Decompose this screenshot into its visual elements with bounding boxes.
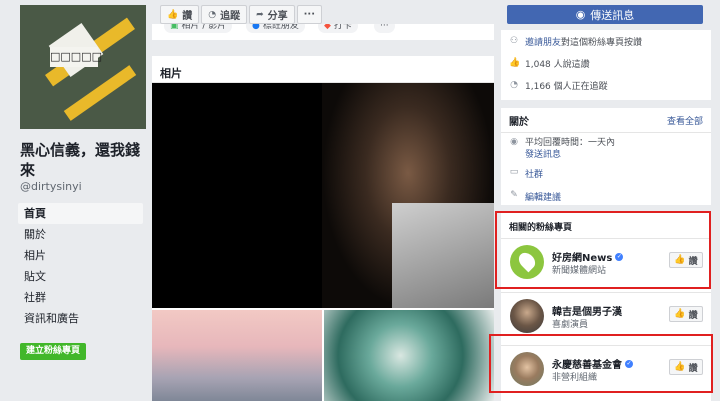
location-pin-icon xyxy=(515,249,539,273)
send-message-label: 傳送訊息 xyxy=(590,8,635,22)
messenger-icon: ◉ xyxy=(575,8,586,21)
invite-text: 對這個粉絲專頁按讚 xyxy=(561,37,643,48)
invite-friends-link[interactable]: 邀請朋友 xyxy=(525,38,561,48)
check-in-label: 打卡 xyxy=(333,24,352,31)
page-nav: 首頁 關於 相片 貼文 社群 資訊和廣告 xyxy=(18,203,143,329)
invite-people-icon: ⚇ xyxy=(509,36,519,46)
pencil-icon: ✎ xyxy=(510,190,518,200)
location-pin-icon: ◆ xyxy=(324,24,331,31)
tag-friends-label: 標註朋友 xyxy=(262,24,299,31)
cover-sign: □□□□□ xyxy=(50,47,102,67)
suggest-edit-link[interactable]: 編輯建議 xyxy=(525,190,561,203)
send-message-link[interactable]: 發送訊息 xyxy=(525,149,615,161)
nav-item-community[interactable]: 社群 xyxy=(18,287,143,308)
rss-icon: ◔ xyxy=(510,80,518,90)
follows-count: 1,166 個人正在追蹤 xyxy=(525,81,608,92)
photos-title[interactable]: 相片 xyxy=(152,56,494,83)
nav-item-about[interactable]: 關於 xyxy=(18,224,143,245)
thumbs-up-icon: 👍 xyxy=(674,362,686,372)
create-page-button[interactable]: 建立粉絲專頁 xyxy=(20,343,86,360)
likes-row: 👍 1,048 人說這讚 xyxy=(501,52,711,74)
related-page-name[interactable]: 韓吉是個男子漢 xyxy=(552,303,622,318)
category-row: ▭ 社群 xyxy=(501,167,711,180)
thumbs-up-icon: 👍 xyxy=(167,9,179,20)
verified-badge-icon: ✓ xyxy=(625,359,633,368)
response-time-row: ◉ 平均回覆時間：一天內 發送訊息 xyxy=(501,137,711,161)
folder-icon: ▭ xyxy=(509,167,519,177)
like-label: 讚 xyxy=(688,256,698,267)
share-label: 分享 xyxy=(267,11,288,22)
avatar[interactable] xyxy=(510,299,544,333)
like-page-button[interactable]: 👍 讚 xyxy=(160,5,200,24)
nav-item-posts[interactable]: 貼文 xyxy=(18,266,143,287)
list-item[interactable]: 永慶慈善基金會 ✓ 非營利組織 👍 讚 xyxy=(501,345,711,389)
thumbs-up-icon: 👍 xyxy=(674,255,686,265)
share-button[interactable]: ➦ 分享 xyxy=(249,5,295,24)
photo-thumbnail[interactable] xyxy=(152,310,322,401)
more-options-button[interactable]: ··· xyxy=(296,5,323,24)
like-label: 讚 xyxy=(182,11,193,22)
response-time-text: 平均回覆時間：一天內 xyxy=(525,138,616,148)
share-arrow-icon: ➦ xyxy=(256,9,264,20)
left-sidebar: □□□□□ 黑心信義，還我錢來 @dirtysinyi 首頁 關於 相片 貼文 … xyxy=(0,0,152,401)
like-related-page-button[interactable]: 👍 讚 xyxy=(669,306,703,322)
tag-friends-chip[interactable]: ● 標註朋友 xyxy=(246,24,305,33)
see-all-link[interactable]: 查看全部 xyxy=(667,114,703,127)
send-message-button[interactable]: ◉ 傳送訊息 xyxy=(507,5,703,24)
composer-options-row: ▣ 相片 / 影片 ● 標註朋友 ◆ 打卡 ··· xyxy=(152,24,494,40)
photo-video-label: 相片 / 影片 xyxy=(181,24,227,31)
related-page-name[interactable]: 永慶慈善基金會 ✓ xyxy=(552,356,633,371)
follows-row: ◔ 1,166 個人正在追蹤 xyxy=(501,74,711,96)
tag-icon: ● xyxy=(252,24,260,31)
more-composer-chip[interactable]: ··· xyxy=(374,24,395,33)
related-pages-card: 相關的粉絲專頁 好房網News ✓ 新聞媒體網站 👍 讚 韓吉是個男子漢 喜劇演… xyxy=(501,212,711,401)
nav-item-photos[interactable]: 相片 xyxy=(18,245,143,266)
like-label: 讚 xyxy=(688,363,698,374)
photo-subject-shirt xyxy=(392,203,494,308)
follow-button[interactable]: ◔ 追蹤 xyxy=(201,5,248,24)
related-page-name[interactable]: 好房網News ✓ xyxy=(552,249,624,264)
page-title[interactable]: 黑心信義，還我錢來 xyxy=(20,140,150,180)
photo-icon: ▣ xyxy=(170,24,179,31)
avatar[interactable] xyxy=(510,352,544,386)
like-related-page-button[interactable]: 👍 讚 xyxy=(669,359,703,375)
likes-count: 1,048 人說這讚 xyxy=(525,59,590,70)
about-card: 關於 查看全部 ◉ 平均回覆時間：一天內 發送訊息 ▭ 社群 ✎ 編輯建議 xyxy=(501,108,711,205)
about-title: 關於 xyxy=(509,116,529,128)
page-handle[interactable]: @dirtysinyi xyxy=(20,180,82,193)
related-page-category: 新聞媒體網站 xyxy=(552,266,607,276)
about-header: 關於 查看全部 xyxy=(501,108,711,133)
check-in-chip[interactable]: ◆ 打卡 xyxy=(318,24,358,33)
list-item[interactable]: 好房網News ✓ 新聞媒體網站 👍 讚 xyxy=(501,238,711,282)
nav-item-home[interactable]: 首頁 xyxy=(18,203,143,224)
suggest-edit-row: ✎ 編輯建議 xyxy=(501,190,711,203)
thumbs-up-icon: 👍 xyxy=(674,309,686,319)
like-related-page-button[interactable]: 👍 讚 xyxy=(669,252,703,268)
photos-section: 相片 xyxy=(152,56,494,401)
photo-thumbnail[interactable] xyxy=(324,310,494,401)
list-item[interactable]: 韓吉是個男子漢 喜劇演員 👍 讚 xyxy=(501,292,711,336)
related-page-name-text: 好房網News xyxy=(552,253,613,264)
follow-label: 追蹤 xyxy=(220,11,241,22)
photo-video-chip[interactable]: ▣ 相片 / 影片 xyxy=(164,24,233,33)
photo-thumbnail[interactable] xyxy=(152,83,494,308)
page-actions-bar: 👍 讚 ◔ 追蹤 ➦ 分享 ··· xyxy=(160,5,323,24)
related-page-name-text: 韓吉是個男子漢 xyxy=(552,307,622,318)
rss-icon: ◔ xyxy=(208,9,217,20)
thumbs-up-icon: 👍 xyxy=(509,58,521,68)
category-link[interactable]: 社群 xyxy=(525,167,543,180)
like-label: 讚 xyxy=(688,310,698,321)
messenger-icon: ◉ xyxy=(510,137,518,147)
related-pages-title: 相關的粉絲專頁 xyxy=(509,223,573,233)
verified-badge-icon: ✓ xyxy=(615,252,624,261)
related-page-category: 非營利組織 xyxy=(552,373,598,383)
related-page-name-text: 永慶慈善基金會 xyxy=(552,360,622,371)
avatar[interactable] xyxy=(510,245,544,279)
invite-friends-row: ⚇ 邀請朋友對這個粉絲專頁按讚 xyxy=(501,30,711,52)
page-profile-picture[interactable]: □□□□□ xyxy=(20,5,146,129)
community-card: ⚇ 邀請朋友對這個粉絲專頁按讚 👍 1,048 人說這讚 ◔ 1,166 個人正… xyxy=(501,30,711,100)
nav-item-info-ads[interactable]: 資訊和廣告 xyxy=(18,308,143,329)
related-page-category: 喜劇演員 xyxy=(552,320,589,330)
